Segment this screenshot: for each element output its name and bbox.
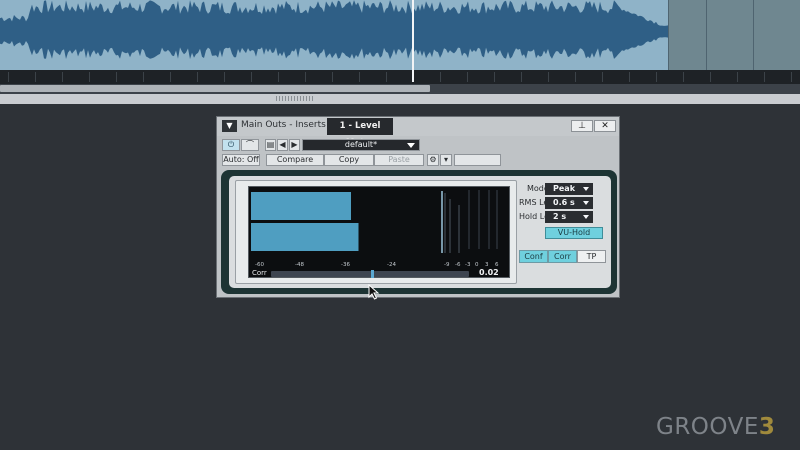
settings-chevron-icon[interactable]: ▾ xyxy=(440,154,452,166)
mode-dropdown[interactable]: Peak xyxy=(545,183,593,195)
plugin-panel-frame: -60 -48 -36 -24 -9 -6 -3 0 3 6 Corr 0.02 Mode Pea… xyxy=(221,170,617,294)
ruler-tick xyxy=(629,72,630,82)
rms-length-dropdown[interactable]: 0.6 s xyxy=(545,197,593,209)
ruler-tick xyxy=(89,72,90,82)
ruler-tick xyxy=(737,72,738,82)
ruler-tick xyxy=(278,72,279,82)
ruler-tick xyxy=(710,72,711,82)
meter-box: -60 -48 -36 -24 -9 -6 -3 0 3 6 Corr 0.02 xyxy=(235,180,517,284)
conf-button[interactable]: Conf xyxy=(519,250,548,263)
next-preset-icon[interactable]: ▶ xyxy=(289,139,300,151)
automation-mode-button[interactable]: Auto: Off xyxy=(222,154,260,166)
ruler-tick xyxy=(602,72,603,82)
chevron-down-icon xyxy=(407,143,415,148)
meter-bar-r xyxy=(251,223,359,251)
timeline-strip xyxy=(0,70,800,84)
preset-dropdown[interactable]: default* xyxy=(302,139,420,151)
ruler-tick xyxy=(143,72,144,82)
close-icon[interactable]: ✕ xyxy=(594,120,616,132)
meter-scale-label: -24 xyxy=(387,262,396,268)
empty-region-2[interactable] xyxy=(706,0,754,70)
ruler-tick xyxy=(359,72,360,82)
correlation-value: 0.02 xyxy=(479,268,499,277)
ruler-tick xyxy=(116,72,117,82)
audio-event-waveform[interactable] xyxy=(0,0,800,70)
ruler-tick xyxy=(332,72,333,82)
level-meter-display: -60 -48 -36 -24 -9 -6 -3 0 3 6 Corr 0.02 xyxy=(248,186,510,278)
prev-preset-icon[interactable]: ◀ xyxy=(277,139,288,151)
ruler-tick xyxy=(791,72,792,82)
compare-button[interactable]: Compare xyxy=(266,154,324,166)
ruler-tick xyxy=(251,72,252,82)
hold-length-value: 2 s xyxy=(553,212,567,221)
power-icon[interactable]: ⏻ xyxy=(222,139,240,151)
waveform-shape xyxy=(0,0,668,60)
read-automation-icon[interactable]: ⌒ xyxy=(241,139,259,151)
meter-scale-label: 0 xyxy=(475,262,479,268)
copy-button[interactable]: Copy xyxy=(324,154,374,166)
pin-icon[interactable]: ⊥ xyxy=(571,120,593,132)
ruler-tick xyxy=(35,72,36,82)
playhead-cursor[interactable] xyxy=(412,0,414,82)
ruler-tick xyxy=(386,72,387,82)
meter-scale-label: -6 xyxy=(455,262,461,268)
ruler-tick xyxy=(521,72,522,82)
chevron-down-icon xyxy=(583,201,589,205)
ruler-tick xyxy=(683,72,684,82)
correlation-marker xyxy=(371,270,374,278)
ruler-tick xyxy=(62,72,63,82)
paste-button[interactable]: Paste xyxy=(374,154,424,166)
chevron-down-icon xyxy=(583,215,589,219)
ruler-tick xyxy=(494,72,495,82)
ruler-tick xyxy=(575,72,576,82)
ruler-tick xyxy=(764,72,765,82)
watermark-text: GROOVE xyxy=(656,414,759,440)
ruler-tick xyxy=(8,72,9,82)
ruler-tick xyxy=(305,72,306,82)
meter-scale-label: -3 xyxy=(465,262,471,268)
correlation-bar xyxy=(271,271,469,277)
correlation-label: Corr xyxy=(252,269,267,277)
hold-length-dropdown[interactable]: 2 s xyxy=(545,211,593,223)
vu-hold-button[interactable]: VU-Hold xyxy=(545,227,603,239)
zone-splitter[interactable] xyxy=(0,94,800,104)
window-menu-button[interactable]: ▼ xyxy=(222,120,237,132)
ruler-tick xyxy=(170,72,171,82)
ruler-tick xyxy=(440,72,441,82)
mouse-pointer-icon xyxy=(368,284,380,300)
preset-list-icon[interactable]: ▤ xyxy=(265,139,276,151)
true-peak-button[interactable]: TP xyxy=(577,250,606,263)
ruler-tick xyxy=(467,72,468,82)
rms-length-value: 0.6 s xyxy=(553,198,575,207)
chevron-down-icon xyxy=(583,187,589,191)
preset-toolbar: ⏻ ⌒ ▤ ◀ ▶ default* xyxy=(217,139,619,153)
blank-toolbar-slot[interactable] xyxy=(454,154,501,166)
insert-chain-title: Main Outs - Inserts xyxy=(241,120,326,130)
plugin-panel: -60 -48 -36 -24 -9 -6 -3 0 3 6 Corr 0.02 Mode Pea… xyxy=(229,176,611,288)
plugin-tab-level-meter[interactable]: 1 - Level Meter xyxy=(327,118,393,148)
splitter-grip[interactable] xyxy=(276,96,314,101)
meter-scale-label: -48 xyxy=(295,262,304,268)
ruler-tick xyxy=(656,72,657,82)
ruler-tick xyxy=(197,72,198,82)
meter-bar-l xyxy=(251,192,351,220)
compare-toolbar: Auto: Off Compare Copy Paste ⚙ ▾ xyxy=(217,154,619,168)
meter-scale-label: -60 xyxy=(255,262,264,268)
empty-region-1[interactable] xyxy=(668,0,707,70)
mode-value: Peak xyxy=(553,184,576,193)
groove3-watermark: GROOVE3 xyxy=(656,414,775,440)
watermark-number: 3 xyxy=(758,414,776,440)
meter-scale-label: -36 xyxy=(341,262,350,268)
horizontal-scroll-thumb[interactable] xyxy=(0,85,430,92)
ruler-tick xyxy=(548,72,549,82)
preset-name: default* xyxy=(344,140,378,149)
corr-button[interactable]: Corr xyxy=(548,250,577,263)
empty-region-3[interactable] xyxy=(753,0,800,70)
plugin-window: ▼ Main Outs - Inserts 1 - Level Meter ⊥ … xyxy=(216,116,620,298)
meter-scale-label: -9 xyxy=(444,262,450,268)
plugin-titlebar[interactable]: ▼ Main Outs - Inserts 1 - Level Meter ⊥ … xyxy=(217,117,619,148)
ruler-tick xyxy=(224,72,225,82)
gear-icon[interactable]: ⚙ xyxy=(427,154,439,166)
